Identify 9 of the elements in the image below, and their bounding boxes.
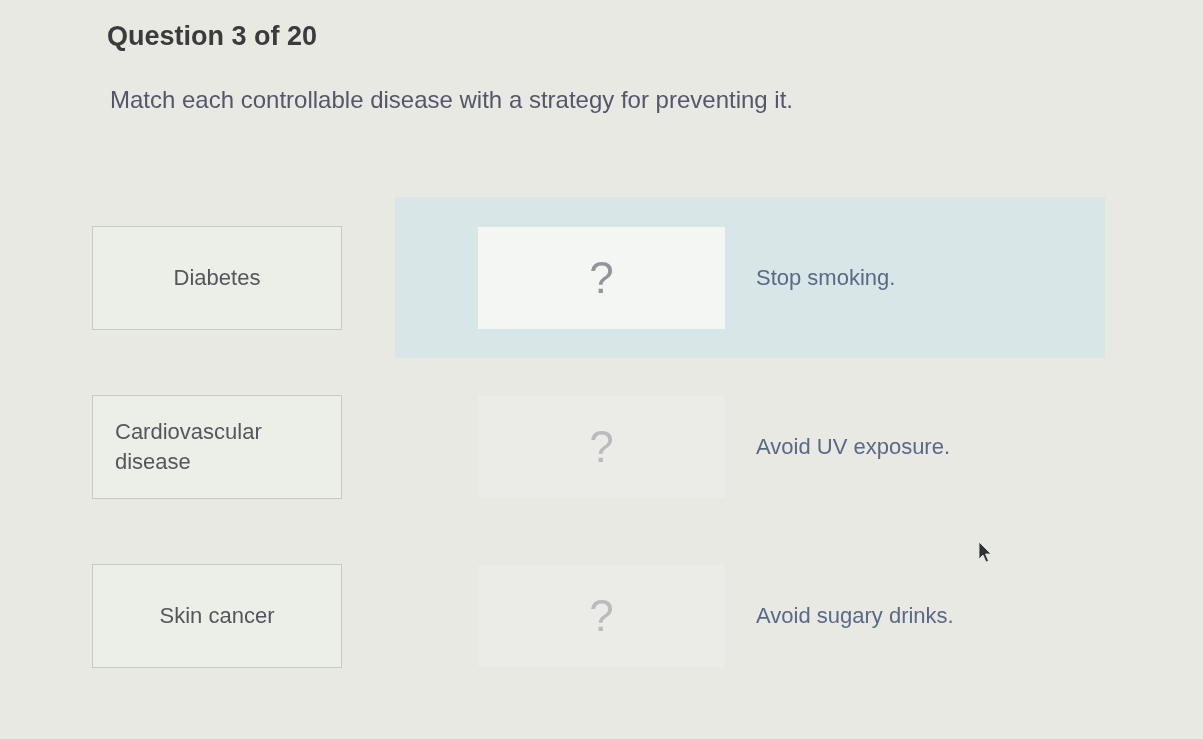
cursor-icon xyxy=(978,541,992,563)
strategy-text: Avoid UV exposure. xyxy=(756,432,951,461)
term-card[interactable]: Cardiovascular disease xyxy=(92,394,342,499)
term-card[interactable]: Diabetes xyxy=(92,225,342,330)
term-card[interactable]: Skin cancer xyxy=(92,563,342,668)
question-prompt: Match each controllable disease with a strategy for preventing it. xyxy=(110,85,794,114)
strategy-text: Avoid sugary drinks. xyxy=(756,601,954,630)
question-title: Question 3 of 20 xyxy=(107,20,318,53)
strategy-text: Stop smoking. xyxy=(756,263,896,292)
